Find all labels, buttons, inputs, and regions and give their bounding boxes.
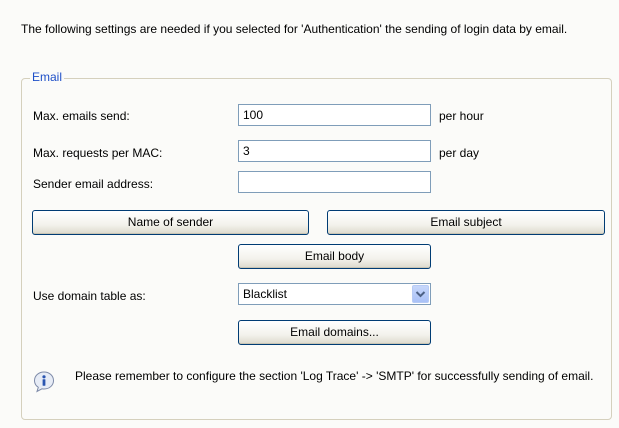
email-body-button[interactable]: Email body — [238, 244, 431, 269]
max-emails-input[interactable] — [238, 104, 431, 126]
sender-address-label: Sender email address: — [33, 177, 154, 191]
chevron-down-icon[interactable] — [412, 285, 429, 303]
max-requests-input[interactable] — [238, 140, 431, 162]
name-of-sender-button[interactable]: Name of sender — [32, 210, 309, 235]
intro-text: The following settings are needed if you… — [21, 22, 568, 36]
domain-table-select[interactable]: Blacklist — [238, 283, 431, 305]
max-requests-label: Max. requests per MAC: — [33, 146, 163, 160]
domain-table-label: Use domain table as: — [33, 289, 146, 303]
email-group-title: Email — [30, 70, 65, 84]
sender-address-input[interactable] — [238, 171, 431, 193]
max-emails-unit: per hour — [439, 109, 484, 123]
max-requests-unit: per day — [439, 146, 480, 160]
smtp-note-text: Please remember to configure the section… — [75, 369, 594, 383]
email-subject-button[interactable]: Email subject — [327, 210, 605, 235]
email-domains-button[interactable]: Email domains... — [238, 320, 431, 345]
max-emails-label: Max. emails send: — [33, 109, 130, 123]
domain-table-selected-value: Blacklist — [243, 287, 288, 301]
info-icon — [32, 370, 56, 394]
